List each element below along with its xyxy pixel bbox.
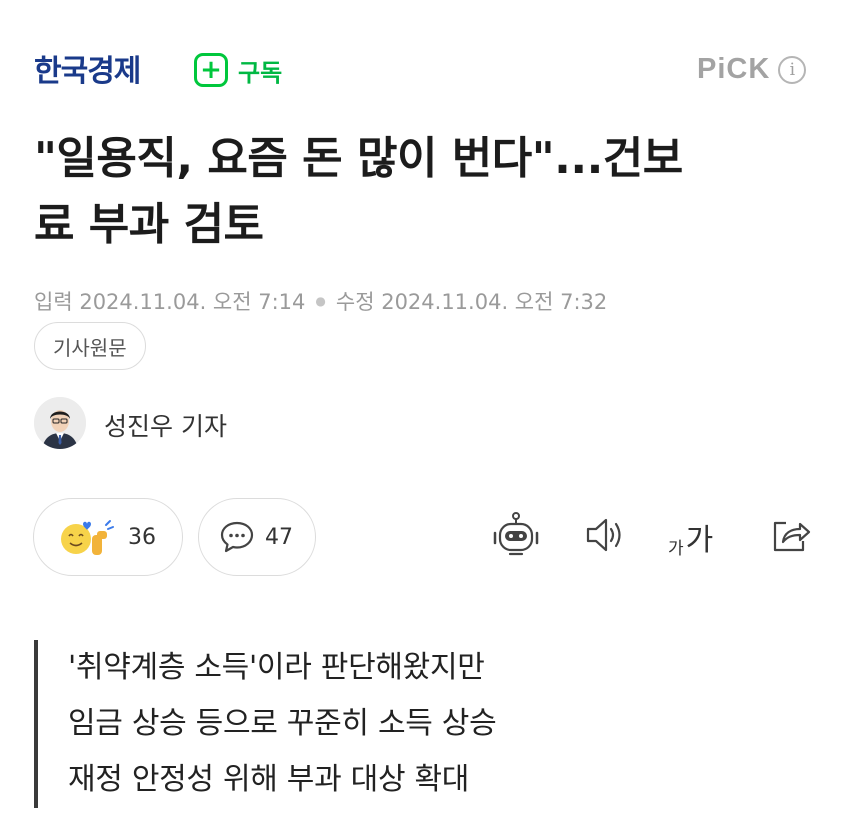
article-title: "일용직, 요즘 돈 많이 번다"...건보 료 부과 검토 (34, 126, 814, 258)
comment-icon (220, 521, 254, 553)
text-to-speech-button[interactable] (580, 510, 630, 560)
share-icon (773, 521, 811, 552)
article-summary: '취약계층 소득'이라 판단해왔지만 임금 상승 등으로 꾸준히 소득 상승 재… (34, 640, 497, 808)
robot-icon (493, 512, 539, 556)
comment-button[interactable]: 47 (198, 498, 316, 576)
modified-label: 수정 (335, 290, 375, 314)
subscribe-button[interactable]: + 구독 (194, 50, 282, 90)
pick-label: PiCK (697, 53, 771, 85)
pick-badge[interactable]: PiCK i (697, 53, 807, 86)
reporter-name[interactable]: 성진우 기자 (104, 407, 227, 443)
press-logo[interactable]: 한국경제 (34, 46, 141, 90)
published-label: 입력 (34, 290, 73, 314)
speaker-icon (586, 518, 621, 552)
font-size-small-label: 가 (668, 539, 684, 559)
reporter-avatar[interactable] (34, 397, 86, 449)
original-article-button[interactable]: 기사원문 (34, 322, 146, 370)
subscribe-label: 구독 (238, 58, 283, 87)
published-time: 2024.11.04. 오전 7:14 (79, 290, 306, 314)
reaction-count: 36 (128, 524, 156, 550)
summary-bot-button[interactable] (488, 508, 544, 564)
separator-dot: ● (315, 294, 326, 308)
summary-line: 임금 상승 등으로 꾸준히 소득 상승 (68, 706, 497, 741)
article-title-line: 료 부과 검토 (34, 199, 264, 250)
reaction-button[interactable]: 36 (33, 498, 183, 576)
modified-time: 2024.11.04. 오전 7:32 (381, 290, 608, 314)
plus-icon: + (194, 53, 228, 87)
summary-line: '취약계층 소득'이라 판단해왔지만 (68, 650, 485, 685)
summary-line: 재정 안정성 위해 부과 대상 확대 (68, 762, 470, 797)
font-size-button[interactable]: 가 가 (668, 515, 713, 559)
share-button[interactable] (766, 510, 816, 560)
comment-count: 47 (265, 524, 293, 550)
article-dates: 입력 2024.11.04. 오전 7:14 ● 수정 2024.11.04. … (34, 286, 607, 316)
font-size-big-label: 가 (685, 523, 714, 558)
info-icon[interactable]: i (778, 55, 807, 84)
reaction-emoji-icon (61, 520, 114, 555)
article-title-line: "일용직, 요즘 돈 많이 번다"...건보 (34, 133, 683, 184)
